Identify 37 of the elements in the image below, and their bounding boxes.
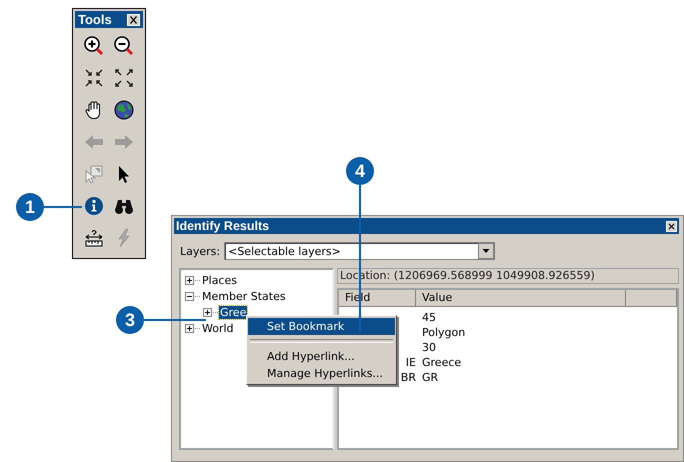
tree-item[interactable]: World bbox=[201, 322, 235, 334]
step-number: 1 bbox=[16, 193, 44, 221]
tree-item[interactable]: Gree bbox=[219, 306, 248, 318]
tree-item[interactable]: Places bbox=[201, 274, 238, 286]
ruler-icon[interactable] bbox=[83, 227, 105, 249]
window-title: Identify Results bbox=[176, 219, 270, 233]
table-cell-text: Polygon bbox=[421, 325, 466, 340]
column-header[interactable]: Value bbox=[416, 290, 626, 307]
window-title: Tools bbox=[78, 12, 112, 27]
leader-line bbox=[144, 319, 206, 321]
menu-item[interactable]: Manage Hyperlinks... bbox=[248, 365, 395, 382]
table-cell-text: 45 bbox=[421, 310, 437, 325]
step-number: 4 bbox=[346, 157, 374, 185]
info-icon[interactable] bbox=[83, 195, 105, 217]
zoom-in-icon[interactable] bbox=[83, 35, 105, 57]
tree-item[interactable]: Member States bbox=[201, 290, 287, 302]
menu-item[interactable]: Set Bookmark bbox=[248, 318, 395, 335]
collapse-icon[interactable] bbox=[185, 292, 194, 300]
table-cell: BR bbox=[400, 370, 416, 385]
layers-label: Layers: bbox=[180, 244, 220, 258]
table-cell-text: GR bbox=[421, 370, 440, 385]
globe-icon[interactable] bbox=[113, 99, 135, 121]
layers-dropdown[interactable]: <Selectable layers> bbox=[224, 242, 496, 260]
step-number: 3 bbox=[116, 306, 144, 334]
table-cell: IE bbox=[406, 355, 416, 370]
table-cell-text: Greece bbox=[421, 355, 462, 370]
zoom-out-icon[interactable] bbox=[113, 35, 135, 57]
close-icon[interactable] bbox=[127, 14, 140, 26]
menu-item[interactable]: Add Hyperlink... bbox=[248, 348, 395, 365]
table-cell-text: 30 bbox=[421, 340, 437, 355]
expand-icon[interactable] bbox=[185, 324, 194, 332]
leader-line bbox=[44, 206, 82, 208]
fixed-zoom-in-icon[interactable] bbox=[83, 67, 105, 89]
expand-icon[interactable] bbox=[203, 308, 212, 316]
fixed-zoom-out-icon[interactable] bbox=[113, 67, 135, 89]
close-icon[interactable] bbox=[666, 220, 677, 232]
expand-icon[interactable] bbox=[185, 276, 194, 284]
